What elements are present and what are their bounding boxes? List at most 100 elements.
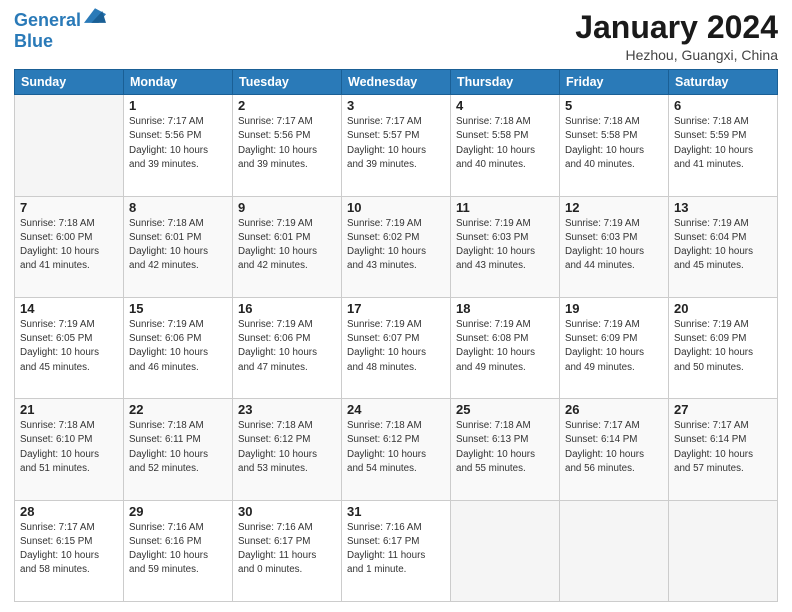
- calendar-cell: 6 Sunrise: 7:18 AM Sunset: 5:59 PM Daylig…: [669, 95, 778, 196]
- day-info: Sunrise: 7:16 AM Sunset: 6:17 PM Dayligh…: [347, 521, 445, 578]
- calendar-cell: 29 Sunrise: 7:16 AM Sunset: 6:16 PM Dayli…: [124, 500, 233, 601]
- weekday-header-monday: Monday: [124, 70, 233, 95]
- calendar-cell: 8 Sunrise: 7:18 AM Sunset: 6:01 PM Daylig…: [124, 196, 233, 297]
- day-info: Sunrise: 7:19 AM Sunset: 6:03 PM Dayligh…: [456, 217, 554, 274]
- calendar-cell: 16 Sunrise: 7:19 AM Sunset: 6:06 PM Dayli…: [233, 297, 342, 398]
- calendar-cell: 3 Sunrise: 7:17 AM Sunset: 5:57 PM Daylig…: [342, 95, 451, 196]
- day-number: 1: [129, 98, 227, 113]
- day-number: 25: [456, 402, 554, 417]
- calendar-cell: 24 Sunrise: 7:18 AM Sunset: 6:12 PM Dayli…: [342, 399, 451, 500]
- day-number: 2: [238, 98, 336, 113]
- calendar-week-2: 14 Sunrise: 7:19 AM Sunset: 6:05 PM Dayli…: [15, 297, 778, 398]
- calendar-cell: 23Sunrise: 7:18 AM Sunset: 6:12 PM Dayli…: [233, 399, 342, 500]
- calendar-cell: 26Sunrise: 7:17 AM Sunset: 6:14 PM Dayli…: [560, 399, 669, 500]
- calendar-cell: [560, 500, 669, 601]
- day-number: 6: [674, 98, 772, 113]
- calendar-page: General Blue January 2024 Hezhou, Guangx…: [0, 0, 792, 612]
- day-number: 20: [674, 301, 772, 316]
- day-number: 31: [347, 504, 445, 519]
- day-number: 29: [129, 504, 227, 519]
- day-info: Sunrise: 7:18 AM Sunset: 5:59 PM Dayligh…: [674, 115, 772, 172]
- calendar-cell: 25 Sunrise: 7:18 AM Sunset: 6:13 PM Dayli…: [451, 399, 560, 500]
- day-info: Sunrise: 7:18 AM Sunset: 6:13 PM Dayligh…: [456, 419, 554, 476]
- day-number: 5: [565, 98, 663, 113]
- weekday-header-friday: Friday: [560, 70, 669, 95]
- calendar-cell: 30 Sunrise: 7:16 AM Sunset: 6:17 PM Dayli…: [233, 500, 342, 601]
- day-number: 15: [129, 301, 227, 316]
- day-info: Sunrise: 7:19 AM Sunset: 6:06 PM Dayligh…: [129, 318, 227, 375]
- calendar-cell: 4 Sunrise: 7:18 AM Sunset: 5:58 PM Daylig…: [451, 95, 560, 196]
- day-info: Sunrise: 7:19 AM Sunset: 6:05 PM Dayligh…: [20, 318, 118, 375]
- day-number: 28: [20, 504, 118, 519]
- calendar-cell: 2 Sunrise: 7:17 AM Sunset: 5:56 PM Daylig…: [233, 95, 342, 196]
- day-info: Sunrise: 7:18 AM Sunset: 5:58 PM Dayligh…: [456, 115, 554, 172]
- day-number: 27: [674, 402, 772, 417]
- day-number: 10: [347, 200, 445, 215]
- day-info: Sunrise: 7:19 AM Sunset: 6:06 PM Dayligh…: [238, 318, 336, 375]
- day-info: Sunrise: 7:17 AM Sunset: 5:57 PM Dayligh…: [347, 115, 445, 172]
- day-info: Sunrise: 7:17 AM Sunset: 6:14 PM Dayligh…: [565, 419, 663, 476]
- calendar-cell: 1 Sunrise: 7:17 AM Sunset: 5:56 PM Daylig…: [124, 95, 233, 196]
- day-info: Sunrise: 7:16 AM Sunset: 6:16 PM Dayligh…: [129, 521, 227, 578]
- day-info: Sunrise: 7:19 AM Sunset: 6:01 PM Dayligh…: [238, 217, 336, 274]
- calendar-cell: 15 Sunrise: 7:19 AM Sunset: 6:06 PM Dayli…: [124, 297, 233, 398]
- day-info: Sunrise: 7:17 AM Sunset: 6:15 PM Dayligh…: [20, 521, 118, 578]
- weekday-header-thursday: Thursday: [451, 70, 560, 95]
- calendar-cell: [15, 95, 124, 196]
- day-number: 11: [456, 200, 554, 215]
- calendar-cell: 13 Sunrise: 7:19 AM Sunset: 6:04 PM Dayli…: [669, 196, 778, 297]
- logo-line2: Blue: [14, 32, 106, 52]
- logo: General Blue: [14, 10, 106, 52]
- calendar-cell: 31 Sunrise: 7:16 AM Sunset: 6:17 PM Dayli…: [342, 500, 451, 601]
- location-title: Hezhou, Guangxi, China: [575, 47, 778, 63]
- day-number: 12: [565, 200, 663, 215]
- day-number: 8: [129, 200, 227, 215]
- day-number: 22: [129, 402, 227, 417]
- weekday-header-saturday: Saturday: [669, 70, 778, 95]
- day-number: 16: [238, 301, 336, 316]
- day-info: Sunrise: 7:18 AM Sunset: 6:01 PM Dayligh…: [129, 217, 227, 274]
- calendar-week-1: 7Sunrise: 7:18 AM Sunset: 6:00 PM Daylig…: [15, 196, 778, 297]
- calendar-week-4: 28 Sunrise: 7:17 AM Sunset: 6:15 PM Dayli…: [15, 500, 778, 601]
- day-number: 13: [674, 200, 772, 215]
- calendar-cell: 18Sunrise: 7:19 AM Sunset: 6:08 PM Dayli…: [451, 297, 560, 398]
- calendar-cell: 27Sunrise: 7:17 AM Sunset: 6:14 PM Dayli…: [669, 399, 778, 500]
- day-info: Sunrise: 7:19 AM Sunset: 6:02 PM Dayligh…: [347, 217, 445, 274]
- calendar-cell: 9Sunrise: 7:19 AM Sunset: 6:01 PM Daylig…: [233, 196, 342, 297]
- day-number: 23: [238, 402, 336, 417]
- day-info: Sunrise: 7:19 AM Sunset: 6:07 PM Dayligh…: [347, 318, 445, 375]
- logo-icon: [84, 6, 106, 28]
- day-info: Sunrise: 7:17 AM Sunset: 5:56 PM Dayligh…: [238, 115, 336, 172]
- day-info: Sunrise: 7:18 AM Sunset: 6:10 PM Dayligh…: [20, 419, 118, 476]
- calendar-cell: 17Sunrise: 7:19 AM Sunset: 6:07 PM Dayli…: [342, 297, 451, 398]
- calendar-cell: 12 Sunrise: 7:19 AM Sunset: 6:03 PM Dayli…: [560, 196, 669, 297]
- day-info: Sunrise: 7:19 AM Sunset: 6:04 PM Dayligh…: [674, 217, 772, 274]
- day-info: Sunrise: 7:19 AM Sunset: 6:03 PM Dayligh…: [565, 217, 663, 274]
- day-info: Sunrise: 7:16 AM Sunset: 6:17 PM Dayligh…: [238, 521, 336, 578]
- day-number: 30: [238, 504, 336, 519]
- day-info: Sunrise: 7:19 AM Sunset: 6:09 PM Dayligh…: [674, 318, 772, 375]
- day-number: 24: [347, 402, 445, 417]
- day-number: 14: [20, 301, 118, 316]
- calendar-table: SundayMondayTuesdayWednesdayThursdayFrid…: [14, 69, 778, 602]
- logo-text: General: [14, 11, 81, 31]
- calendar-cell: 5Sunrise: 7:18 AM Sunset: 5:58 PM Daylig…: [560, 95, 669, 196]
- month-title: January 2024: [575, 10, 778, 45]
- title-block: January 2024 Hezhou, Guangxi, China: [575, 10, 778, 63]
- day-info: Sunrise: 7:17 AM Sunset: 5:56 PM Dayligh…: [129, 115, 227, 172]
- day-number: 4: [456, 98, 554, 113]
- day-info: Sunrise: 7:19 AM Sunset: 6:09 PM Dayligh…: [565, 318, 663, 375]
- weekday-header-sunday: Sunday: [15, 70, 124, 95]
- day-info: Sunrise: 7:18 AM Sunset: 6:12 PM Dayligh…: [347, 419, 445, 476]
- day-info: Sunrise: 7:19 AM Sunset: 6:08 PM Dayligh…: [456, 318, 554, 375]
- calendar-header: SundayMondayTuesdayWednesdayThursdayFrid…: [15, 70, 778, 95]
- day-info: Sunrise: 7:18 AM Sunset: 6:00 PM Dayligh…: [20, 217, 118, 274]
- logo-line1: General: [14, 10, 81, 30]
- day-info: Sunrise: 7:18 AM Sunset: 6:11 PM Dayligh…: [129, 419, 227, 476]
- calendar-cell: [669, 500, 778, 601]
- day-number: 3: [347, 98, 445, 113]
- calendar-week-0: 1 Sunrise: 7:17 AM Sunset: 5:56 PM Daylig…: [15, 95, 778, 196]
- calendar-cell: 14 Sunrise: 7:19 AM Sunset: 6:05 PM Dayli…: [15, 297, 124, 398]
- calendar-cell: 19Sunrise: 7:19 AM Sunset: 6:09 PM Dayli…: [560, 297, 669, 398]
- day-number: 21: [20, 402, 118, 417]
